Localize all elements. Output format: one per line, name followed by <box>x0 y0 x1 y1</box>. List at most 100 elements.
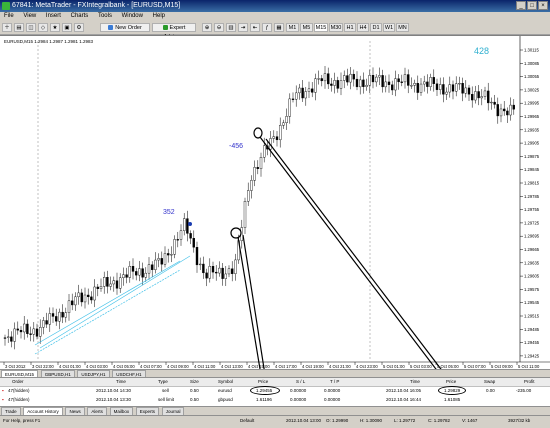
annotation-428: 428 <box>474 46 490 56</box>
candle-body <box>224 273 228 279</box>
candle-body <box>182 218 186 231</box>
candle-body <box>192 238 196 248</box>
col-close-time[interactable]: Time <box>410 379 420 384</box>
candle-body <box>419 83 423 93</box>
menu-insert[interactable]: Insert <box>42 12 65 20</box>
candle-body <box>55 316 58 322</box>
price-tick-label: 1.29635 <box>524 260 540 265</box>
autoscroll-icon[interactable]: ⇥ <box>238 23 248 32</box>
status-help: For Help, press F1 <box>3 418 41 423</box>
menu-help[interactable]: Help <box>149 12 169 20</box>
candle-body <box>170 254 173 256</box>
menu-charts[interactable]: Charts <box>67 12 93 20</box>
period-h4[interactable]: H4 <box>357 23 369 32</box>
candle-body <box>327 73 330 85</box>
new-order-button[interactable]: New Order <box>100 23 150 32</box>
price-tick-label: 1.29455 <box>524 340 540 345</box>
col-order[interactable]: Order <box>12 379 24 384</box>
candle-body <box>275 136 279 141</box>
data-window-icon[interactable]: ◇ <box>38 23 48 32</box>
candle-body <box>29 333 32 335</box>
time-cell: 2012.10.04 13:30 <box>96 397 132 402</box>
candle-body <box>118 277 122 289</box>
period-m1[interactable]: M1 <box>286 23 299 32</box>
status-volume: V: 1467 <box>462 418 478 423</box>
candle-body <box>365 84 368 87</box>
candle-body <box>250 180 253 191</box>
indicators-icon[interactable]: ƒ <box>262 23 272 32</box>
terminal-icon[interactable]: ▣ <box>62 23 72 32</box>
new-chart-icon[interactable]: ＋ <box>2 23 12 32</box>
col-profit[interactable]: Profit <box>524 379 535 384</box>
zoom-out-icon[interactable]: ⊖ <box>214 23 224 32</box>
candle-body <box>221 267 224 279</box>
col-price[interactable]: Price <box>258 379 268 384</box>
minimize-button[interactable]: _ <box>516 1 526 10</box>
candle-body <box>96 286 100 289</box>
tester-icon[interactable]: ⚙ <box>74 23 84 32</box>
candle-body <box>166 253 170 256</box>
col-type[interactable]: Type <box>158 379 168 384</box>
candle-body <box>381 75 384 88</box>
expert-advisors-button[interactable]: Expert Advisors <box>152 23 196 40</box>
col-tp[interactable]: T / P <box>330 379 339 384</box>
candle-body <box>355 78 359 88</box>
profiles-icon[interactable]: ▤ <box>14 23 24 32</box>
period-w1[interactable]: W1 <box>383 23 395 32</box>
candle-body <box>317 78 320 80</box>
price-chart[interactable]: 1.30115 1.30085 1.30055 1.30025 1.29995 1.299… <box>0 36 550 370</box>
period-m15[interactable]: M15 <box>314 23 328 32</box>
order-cell: 47(hidden) <box>8 397 30 402</box>
col-symbol[interactable]: Symbol <box>218 379 233 384</box>
templates-icon[interactable]: ▦ <box>274 23 284 32</box>
status-profile: Default <box>240 418 255 423</box>
zoom-in-icon[interactable]: ⊕ <box>202 23 212 32</box>
candle-body <box>230 268 234 274</box>
price-tick-label: 1.29815 <box>524 181 540 186</box>
chart-shift-icon[interactable]: ⇤ <box>250 23 260 32</box>
candle-body <box>490 101 493 104</box>
candle-body <box>45 320 48 325</box>
candle-body <box>125 274 128 278</box>
close-button[interactable]: × <box>538 1 548 10</box>
terminal-header-row: Order Time Type Size Symbol Price S / L … <box>0 378 550 387</box>
candle-body <box>461 83 464 94</box>
col-time[interactable]: Time <box>116 379 126 384</box>
col-close-price[interactable]: Price <box>446 379 456 384</box>
type-cell: sell limit <box>158 397 175 402</box>
candle-body <box>371 75 375 83</box>
candle-body <box>173 239 176 255</box>
col-swap[interactable]: Swap <box>484 379 495 384</box>
status-open: O: 1.29990 <box>326 418 349 423</box>
table-row[interactable]: ▪ 47(hidden) 2012.10.04 13:30 sell limit… <box>0 396 550 404</box>
candle-body <box>435 83 439 90</box>
candle-body <box>426 81 429 87</box>
menu-view[interactable]: View <box>19 12 40 20</box>
period-mn[interactable]: MN <box>396 23 409 32</box>
candle-body <box>336 80 339 89</box>
period-d1[interactable]: D1 <box>370 23 382 32</box>
col-sl[interactable]: S / L <box>296 379 305 384</box>
candle-body <box>400 81 403 83</box>
candle-body <box>157 258 160 261</box>
candle-body <box>368 75 371 86</box>
menu-window[interactable]: Window <box>118 12 147 20</box>
candle-body <box>205 272 208 279</box>
menu-tools[interactable]: Tools <box>94 12 116 20</box>
candle-body <box>458 83 461 85</box>
col-size[interactable]: Size <box>190 379 199 384</box>
candle-body <box>115 280 119 289</box>
period-m5[interactable]: M5 <box>300 23 313 32</box>
tile-icon[interactable]: ▥ <box>226 23 236 32</box>
chart-area[interactable]: EURUSD,M15 1.2984 1.2987 1.2981 1.2983 1… <box>0 35 550 378</box>
candle-body <box>256 167 259 169</box>
menu-file[interactable]: File <box>0 12 18 20</box>
candle-body <box>298 87 301 94</box>
period-m30[interactable]: M30 <box>329 23 343 32</box>
maximize-button[interactable]: □ <box>527 1 537 10</box>
candle-body <box>375 76 378 83</box>
period-h1[interactable]: H1 <box>344 23 356 32</box>
market-watch-icon[interactable]: ◫ <box>26 23 36 32</box>
price-tick-label: 1.29725 <box>524 220 540 225</box>
navigator-icon[interactable]: ★ <box>50 23 60 32</box>
